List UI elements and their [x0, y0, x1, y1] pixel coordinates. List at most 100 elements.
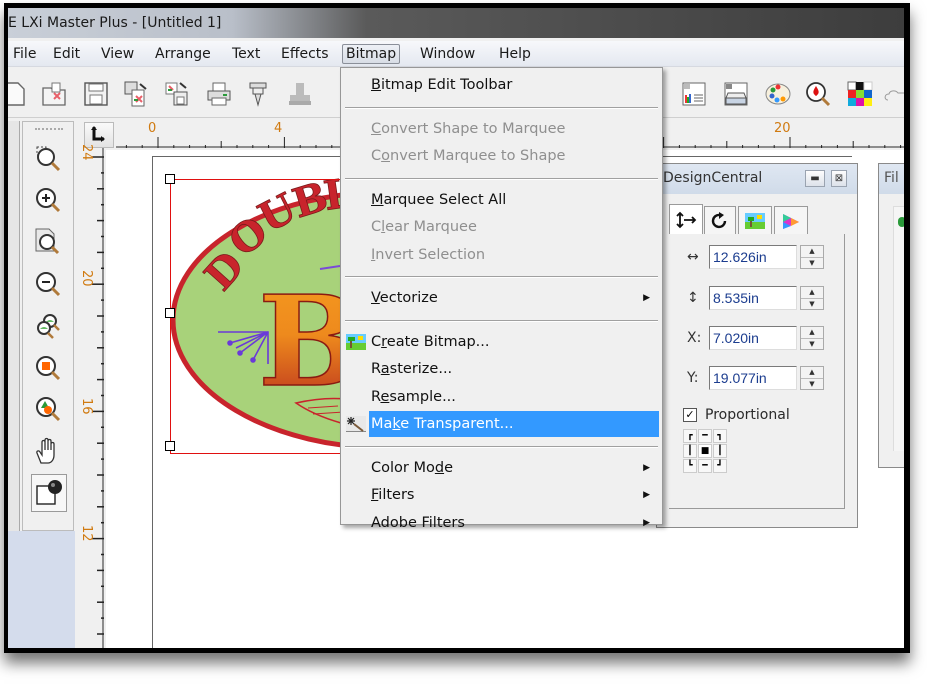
zoom-out-icon[interactable]	[33, 269, 63, 299]
anchor-top-center[interactable]: ━	[698, 429, 712, 443]
anchor-point-grid: ┏ ━ ┓ ┃ ■ ┃ ┗ ━ ┛	[683, 429, 727, 473]
zoom-all-icon[interactable]	[33, 311, 63, 341]
vruler-label-24: 24	[79, 144, 94, 161]
y-label: Y:	[687, 370, 699, 386]
zoom-in-icon[interactable]	[33, 185, 63, 215]
anchor-middle-left[interactable]: ┃	[683, 444, 697, 458]
menu-separator	[345, 445, 658, 448]
zoom-page-icon[interactable]	[33, 227, 63, 257]
menu-item-convert-shape-to-marquee[interactable]: Convert Shape to Marquee	[341, 116, 662, 142]
anchor-middle-right[interactable]: ┃	[713, 444, 727, 458]
import-icon[interactable]	[122, 80, 150, 108]
tab-bitmap[interactable]	[738, 206, 772, 234]
second-panel-title: Fil	[884, 170, 899, 186]
menu-item-adobe-filters[interactable]: Adobe Filters ▶	[341, 510, 662, 536]
width-label: ↔	[687, 249, 699, 265]
width-spinner[interactable]: ▲ ▼	[800, 245, 824, 269]
submenu-arrow-icon: ▶	[643, 462, 650, 473]
tab-size-position[interactable]	[669, 204, 703, 234]
status-dot-icon	[898, 217, 904, 227]
menu-item-convert-marquee-to-shape[interactable]: Convert Marquee to Shape	[341, 143, 662, 169]
menu-bitmap[interactable]: Bitmap	[342, 44, 401, 64]
zoom-selected-icon[interactable]	[33, 353, 63, 383]
design-central-panel: DesignCentral ▬ ⊠ ↔ ▲▼	[656, 163, 858, 528]
menu-bar: File Edit View Arrange Text Effects Bitm…	[8, 41, 904, 67]
design-central-icon[interactable]	[680, 80, 708, 108]
x-spinner[interactable]: ▲ ▼	[800, 326, 824, 350]
anchor-bottom-right[interactable]: ┛	[713, 459, 727, 473]
export-icon[interactable]	[163, 80, 191, 108]
zoom-objects-icon[interactable]	[33, 394, 63, 424]
menu-edit[interactable]: Edit	[50, 45, 83, 65]
cloud-icon[interactable]	[884, 80, 904, 108]
vruler-label-12: 12	[79, 525, 94, 542]
vruler-label-16: 16	[79, 398, 94, 415]
tab-rotate[interactable]	[704, 206, 736, 234]
menu-item-bitmap-edit-toolbar[interactable]: Bitmap Edit Toolbar	[341, 72, 662, 98]
menu-item-color-mode[interactable]: Color Mode ▶	[341, 455, 662, 481]
menu-arrange[interactable]: Arrange	[152, 45, 214, 65]
y-input[interactable]	[709, 366, 797, 390]
height-spinner[interactable]: ▲ ▼	[800, 286, 824, 310]
menu-item-vectorize[interactable]: Vectorize ▶	[341, 285, 662, 311]
y-field-row: Y: ▲▼	[687, 366, 824, 390]
palette-icon[interactable]	[764, 80, 792, 108]
plot-icon[interactable]	[244, 80, 272, 108]
swatch-grid-icon[interactable]	[846, 80, 874, 108]
menu-view[interactable]: View	[98, 45, 137, 65]
submenu-arrow-icon: ▶	[643, 517, 650, 528]
pan-hand-icon[interactable]	[33, 436, 63, 466]
menu-item-rasterize[interactable]: Rasterize...	[341, 356, 662, 382]
open-folder-icon[interactable]	[40, 80, 68, 108]
anchor-top-left[interactable]: ┏	[683, 429, 697, 443]
menu-text[interactable]: Text	[229, 45, 263, 65]
menu-item-make-transparent[interactable]: Make Transparent...	[369, 411, 659, 437]
panel-minimize-button[interactable]: ▬	[805, 170, 825, 187]
menu-item-resample[interactable]: Resample...	[341, 384, 662, 410]
anchor-bottom-left[interactable]: ┗	[683, 459, 697, 473]
menu-item-label: Filters	[371, 487, 415, 503]
menu-window[interactable]: Window	[417, 45, 478, 65]
menu-item-invert-selection[interactable]: Invert Selection	[341, 242, 662, 268]
x-input[interactable]	[709, 326, 797, 350]
vertical-ruler[interactable]: 24 20 16 12	[76, 144, 104, 648]
tab-color[interactable]	[774, 206, 808, 234]
new-document-icon[interactable]	[8, 80, 28, 108]
production-manager-icon[interactable]	[722, 80, 750, 108]
menu-item-filters[interactable]: Filters ▶	[341, 482, 662, 508]
menu-file[interactable]: File	[10, 45, 39, 65]
color-wheel-icon	[783, 213, 799, 229]
palette-grip[interactable]	[35, 128, 63, 130]
menu-item-clear-marquee[interactable]: Clear Marquee	[341, 214, 662, 240]
menu-effects[interactable]: Effects	[278, 45, 332, 65]
width-input[interactable]	[709, 245, 797, 269]
shape-color-icon[interactable]	[31, 474, 67, 512]
hruler-label-4: 4	[274, 121, 283, 136]
design-central-header[interactable]: DesignCentral ▬ ⊠	[657, 164, 857, 194]
zoom-tool-palette	[22, 121, 74, 531]
proportional-checkbox[interactable]: ✓	[683, 408, 697, 422]
magic-wand-icon	[346, 416, 366, 432]
save-icon[interactable]	[82, 80, 110, 108]
screenshot-stage: E LXi Master Plus - [Untitled 1] File Ed…	[0, 0, 927, 684]
window-title: E LXi Master Plus - [Untitled 1]	[8, 15, 222, 31]
zoom-marquee-icon[interactable]	[33, 144, 63, 174]
anchor-top-right[interactable]: ┓	[713, 429, 727, 443]
menu-item-marquee-select-all[interactable]: Marquee Select All	[341, 187, 662, 213]
print-icon[interactable]	[205, 80, 233, 108]
y-spinner[interactable]: ▲ ▼	[800, 366, 824, 390]
height-label: ↕	[687, 290, 699, 306]
color-picker-icon[interactable]	[804, 80, 832, 108]
second-panel-header[interactable]: Fil	[879, 164, 904, 194]
anchor-center[interactable]: ■	[698, 444, 712, 458]
menu-help[interactable]: Help	[496, 45, 534, 65]
menu-item-create-bitmap[interactable]: Create Bitmap...	[341, 329, 662, 355]
panel-close-button[interactable]: ⊠	[831, 170, 847, 187]
menu-separator	[345, 177, 658, 180]
proportional-label: Proportional	[705, 407, 790, 423]
stamp-icon[interactable]	[286, 80, 314, 108]
size-position-icon	[676, 211, 697, 228]
height-input[interactable]	[709, 286, 797, 310]
application-window: E LXi Master Plus - [Untitled 1] File Ed…	[8, 8, 904, 648]
anchor-bottom-center[interactable]: ━	[698, 459, 712, 473]
